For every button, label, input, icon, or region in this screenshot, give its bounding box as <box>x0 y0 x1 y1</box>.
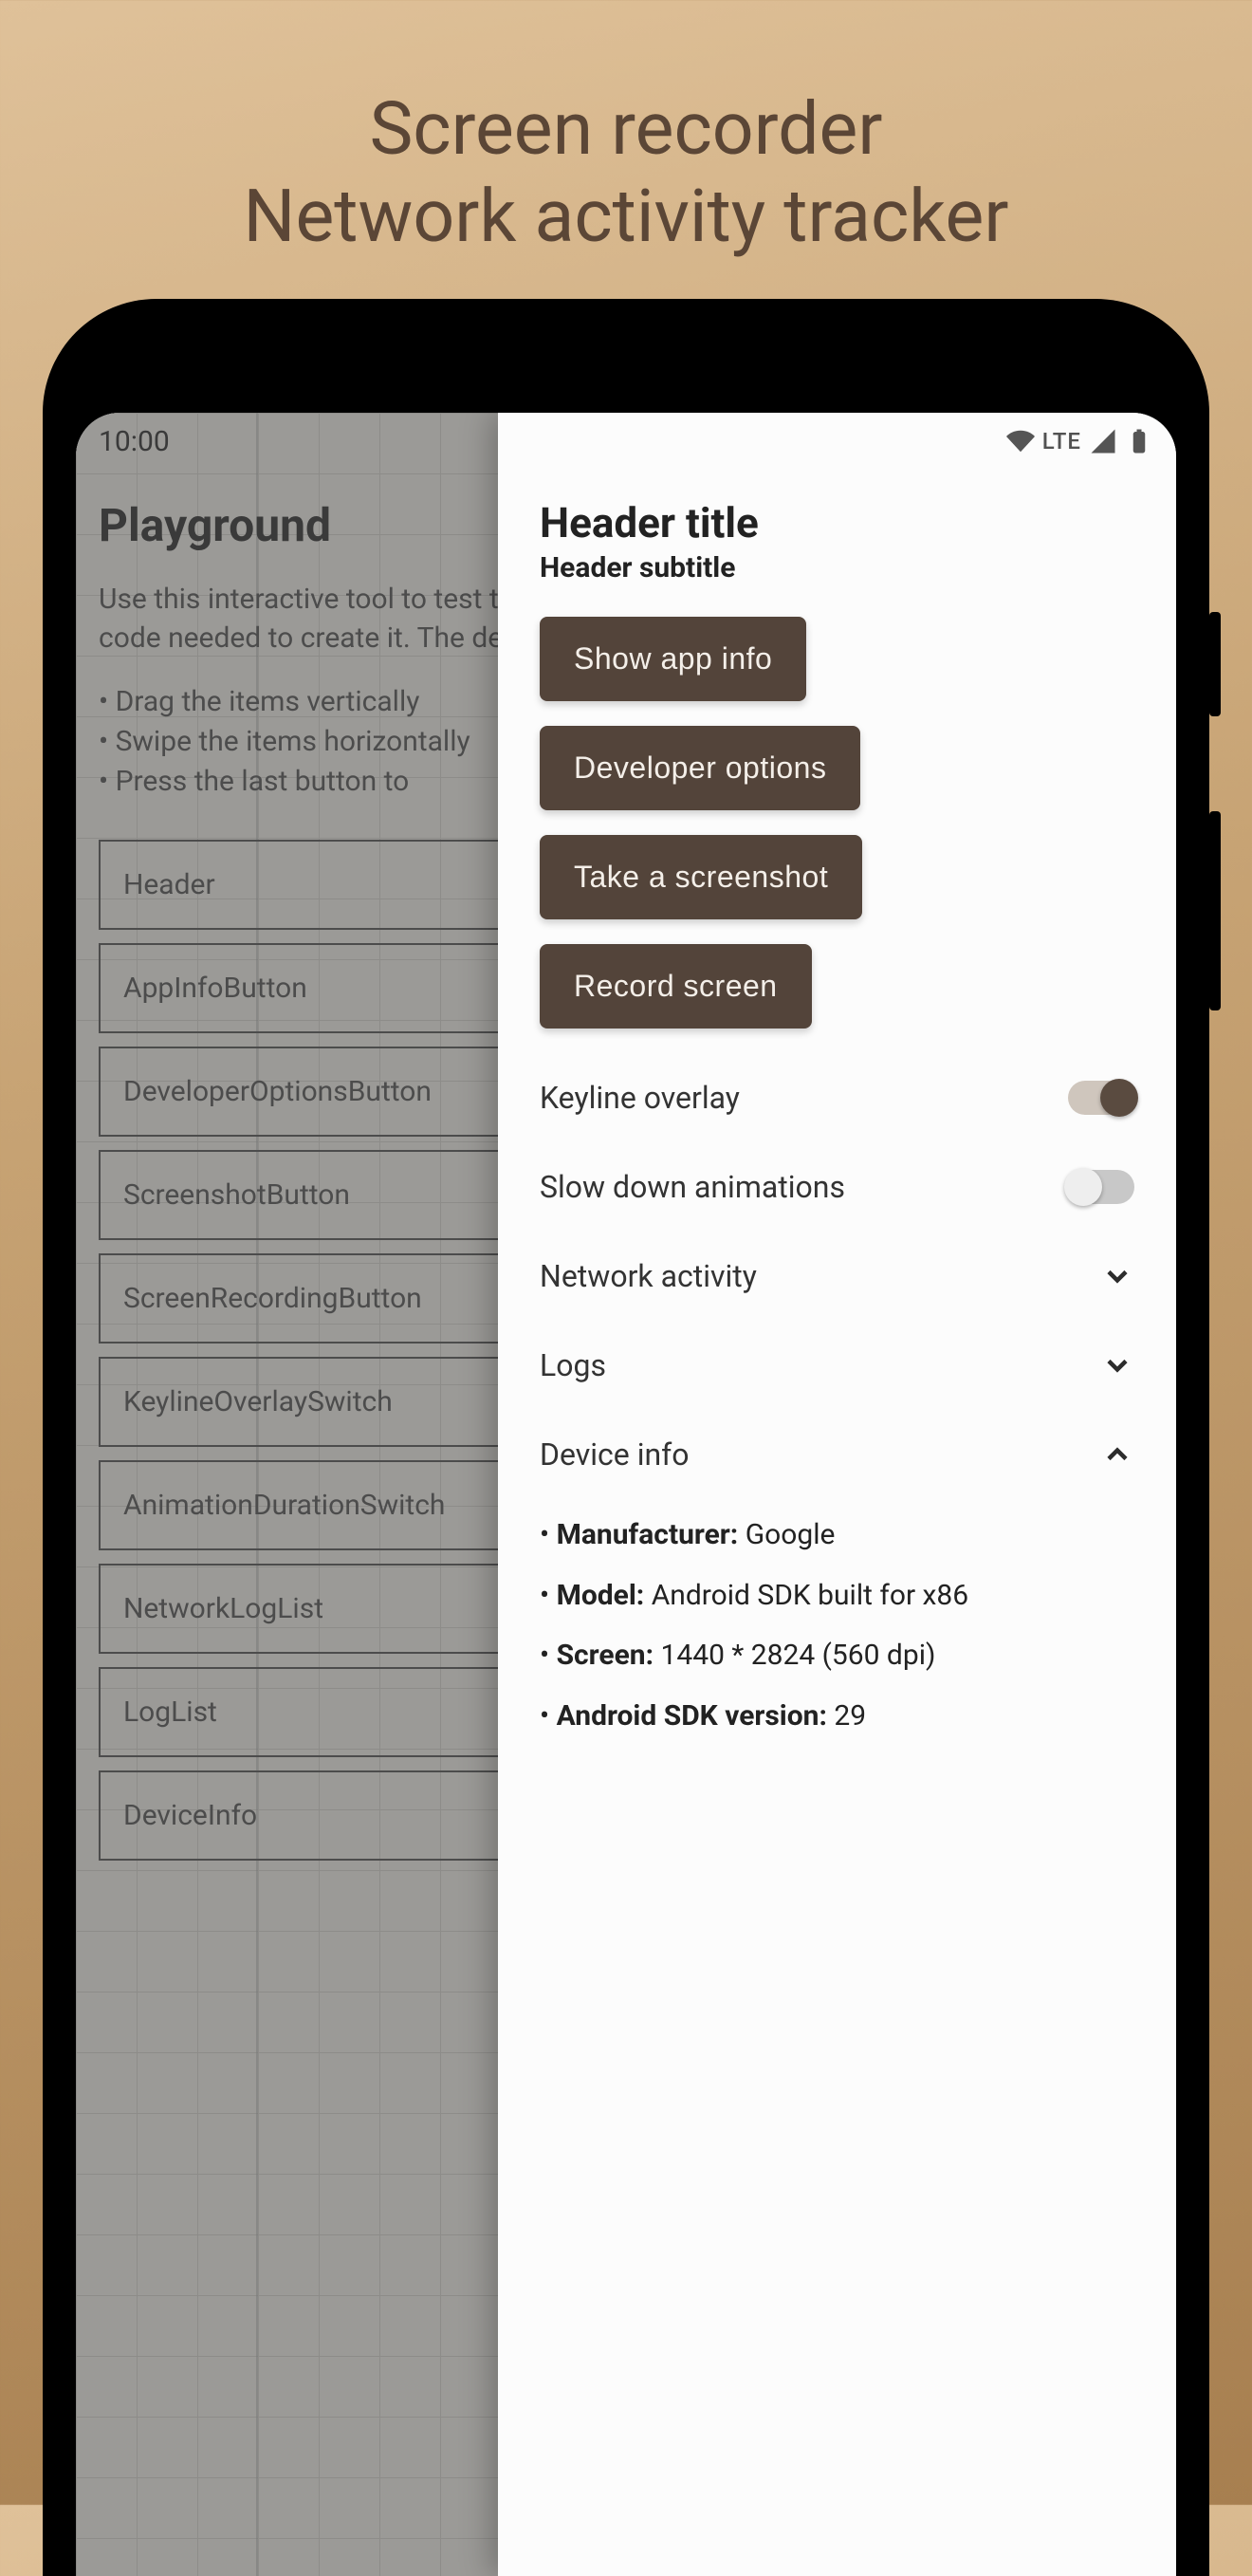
slow-animations-switch[interactable] <box>1068 1170 1134 1204</box>
keyline-overlay-label: Keyline overlay <box>540 1080 740 1116</box>
logs-label: Logs <box>540 1347 606 1383</box>
drawer-header-title: Header title <box>540 498 1134 547</box>
device-info-screen: • Screen: 1440 * 2824 (560 dpi) <box>540 1625 1134 1686</box>
drawer-header-subtitle: Header subtitle <box>540 551 1134 584</box>
chevron-down-icon <box>1100 1348 1134 1382</box>
slow-animations-label: Slow down animations <box>540 1169 845 1205</box>
signal-icon <box>1089 427 1117 455</box>
status-bar: 10:00 LTE <box>76 413 1176 470</box>
network-activity-row[interactable]: Network activity <box>540 1232 1134 1321</box>
promo-title: Screen recorder Network activity tracker <box>0 0 1252 261</box>
device-info-sdk: • Android SDK version: 29 <box>540 1686 1134 1747</box>
record-screen-button[interactable]: Record screen <box>540 944 812 1029</box>
wifi-icon <box>1006 427 1035 455</box>
developer-options-button[interactable]: Developer options <box>540 726 860 810</box>
device-side-button <box>1209 612 1221 716</box>
device-info-row[interactable]: Device info <box>540 1410 1134 1499</box>
keyline-overlay-row[interactable]: Keyline overlay <box>540 1053 1134 1142</box>
promo-line-1: Screen recorder <box>0 85 1252 173</box>
device-frame: Playground Use this interactive tool to … <box>43 299 1209 2576</box>
debug-drawer: Header title Header subtitle Show app in… <box>498 413 1176 2576</box>
status-icons: LTE <box>1006 427 1153 455</box>
status-time: 10:00 <box>99 425 170 458</box>
chevron-down-icon <box>1100 1259 1134 1293</box>
chevron-up-icon <box>1100 1437 1134 1472</box>
take-screenshot-button[interactable]: Take a screenshot <box>540 835 862 919</box>
promo-line-2: Network activity tracker <box>0 173 1252 260</box>
network-type-label: LTE <box>1042 428 1081 454</box>
device-volume-button <box>1209 811 1221 1010</box>
logs-row[interactable]: Logs <box>540 1321 1134 1410</box>
network-activity-label: Network activity <box>540 1258 757 1294</box>
keyline-overlay-switch[interactable] <box>1068 1081 1134 1115</box>
device-info-section: • Manufacturer: Google • Model: Android … <box>540 1499 1134 1746</box>
device-screen: Playground Use this interactive tool to … <box>76 413 1176 2576</box>
device-info-label: Device info <box>540 1436 690 1473</box>
battery-icon <box>1125 427 1153 455</box>
slow-animations-row[interactable]: Slow down animations <box>540 1142 1134 1232</box>
device-info-manufacturer: • Manufacturer: Google <box>540 1505 1134 1566</box>
show-app-info-button[interactable]: Show app info <box>540 617 806 701</box>
device-info-model: • Model: Android SDK built for x86 <box>540 1566 1134 1626</box>
